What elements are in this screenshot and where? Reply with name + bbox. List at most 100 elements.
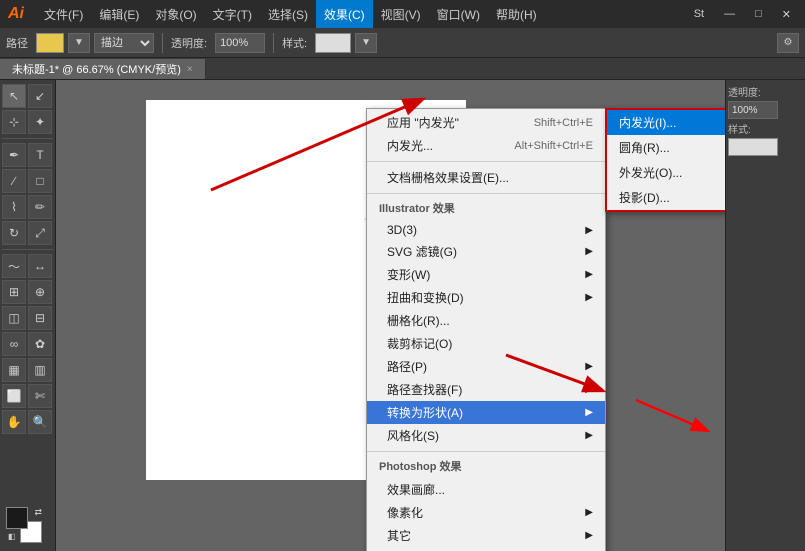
menu-view[interactable]: 视图(V) [373,0,429,28]
column-chart-tool[interactable]: ▦ [2,358,26,382]
menu-warp-transform[interactable]: 扭曲和变换(D) ▶ [367,286,605,309]
submenu-inner-glow[interactable]: 内发光(I)... [607,110,725,135]
extra-btn[interactable]: ⚙ [777,33,799,53]
menu-distort[interactable]: 扭曲 ▶ [367,547,605,551]
width-tool[interactable]: ↔ [28,254,52,278]
direct-select-tool[interactable]: ↙ [28,84,52,108]
menu-other[interactable]: 其它 ▶ [367,524,605,547]
color-boxes: ⇄ ◧ [2,503,53,547]
tool-row-pen: ✒ T [2,143,53,167]
zoom-tool[interactable]: 🔍 [28,410,52,434]
stroke-dropdown[interactable]: 描边 [94,33,154,53]
style-label: 样式: [282,35,307,51]
menu-file[interactable]: 文件(F) [36,0,91,28]
menu-apply-inner-glow[interactable]: 应用 "内发光" Shift+Ctrl+E [367,111,605,134]
menu-effect[interactable]: 效果(C) [316,0,373,28]
menu-path[interactable]: 路径(P) ▶ [367,355,605,378]
document-tab[interactable]: 未标题-1* @ 66.67% (CMYK/预览) × [0,59,206,79]
illustrator-effects-label: Illustrator 效果 [367,196,605,218]
pen-tool[interactable]: ✒ [2,143,26,167]
style-arrow-btn[interactable]: ▼ [355,33,377,53]
tab-close-btn[interactable]: × [187,64,193,75]
panel-opacity-row: 透明度: [728,84,803,99]
pencil-tool[interactable]: ✏ [28,195,52,219]
submenu-outer-glow[interactable]: 外发光(O)... [607,160,725,185]
menu-window[interactable]: 窗口(W) [429,0,488,28]
menu-divider-2 [367,193,605,194]
effect-menu[interactable]: 应用 "内发光" Shift+Ctrl+E 内发光... Alt+Shift+C… [366,108,606,551]
menu-edit[interactable]: 编辑(E) [91,0,147,28]
menu-help[interactable]: 帮助(H) [488,0,545,28]
menu-pathfinder[interactable]: 路径查找器(F) ▶ [367,378,605,401]
hand-tool[interactable]: ✋ [2,410,26,434]
main-area: ↖ ↙ ⊹ ✦ ✒ T ∕ □ ⌇ ✏ ↻ ⤢ 〜 ↔ ⊞ [0,80,805,551]
menu-stylize[interactable]: 风格化(S) ▶ [367,424,605,447]
warp-tool[interactable]: 〜 [2,254,26,278]
select-tool[interactable]: ↖ [2,84,26,108]
paintbrush-tool[interactable]: ⌇ [2,195,26,219]
menu-select[interactable]: 选择(S) [260,0,316,28]
submenu-round-corners[interactable]: 圆角(R)... [607,135,725,160]
status-indicator: St [688,6,710,22]
path-label: 路径 [6,35,28,51]
left-toolbar: ↖ ↙ ⊹ ✦ ✒ T ∕ □ ⌇ ✏ ↻ ⤢ 〜 ↔ ⊞ [0,80,56,551]
magic-wand-tool[interactable]: ✦ [28,110,52,134]
tool-row-rotate: ↻ ⤢ [2,221,53,245]
mesh-tool[interactable]: ⊟ [28,306,52,330]
bar-chart-tool[interactable]: ▥ [28,358,52,382]
rotate-tool[interactable]: ↻ [2,221,26,245]
tool-sep-1 [2,138,53,139]
default-colors-icon[interactable]: ◧ [8,532,16,541]
tab-bar: 未标题-1* @ 66.67% (CMYK/预览) × [0,58,805,80]
menu-3d[interactable]: 3D(3) ▶ [367,220,605,240]
menu-rasterize[interactable]: 栅格化(R)... [367,309,605,332]
slice-tool[interactable]: ✄ [28,384,52,408]
submenu-shadow[interactable]: 投影(D)... [607,185,725,210]
menu-inner-glow[interactable]: 内发光... Alt+Shift+Ctrl+E [367,134,605,157]
opacity-input[interactable] [215,33,265,53]
stroke-color-swatch[interactable] [36,33,64,53]
line-tool[interactable]: ∕ [2,169,26,193]
stroke-arrow-btn[interactable]: ▼ [68,33,90,53]
menu-effect-gallery[interactable]: 效果画廊... [367,478,605,501]
panel-style-row: 样式: [728,121,803,136]
app-logo: Ai [8,5,24,23]
panel-style-swatch[interactable] [728,138,778,156]
menu-svg-filters[interactable]: SVG 滤镜(G) ▶ [367,240,605,263]
tool-row-select: ↖ ↙ [2,84,53,108]
menu-doc-raster[interactable]: 文档栅格效果设置(E)... [367,166,605,189]
toolbar-sep-1 [162,33,163,53]
swap-colors-icon[interactable]: ⇄ [34,507,42,518]
menu-object[interactable]: 对象(O) [147,0,204,28]
free-transform-tool[interactable]: ⊞ [2,280,26,304]
foreground-color[interactable] [6,507,28,529]
gradient-tool[interactable]: ◫ [2,306,26,330]
style-swatch[interactable] [315,33,351,53]
menu-crop-marks[interactable]: 裁剪标记(O) [367,332,605,355]
panel-opacity-label: 透明度: [728,84,761,99]
panel-opacity-input[interactable] [728,101,778,119]
maximize-button[interactable]: □ [749,6,768,22]
menu-text[interactable]: 文字(T) [205,0,260,28]
type-tool[interactable]: T [28,143,52,167]
menu-transform[interactable]: 变形(W) ▶ [367,263,605,286]
menu-convert-shape[interactable]: 转换为形状(A) ▶ [367,401,605,424]
canvas-area: 应用 "内发光" Shift+Ctrl+E 内发光... Alt+Shift+C… [56,80,725,551]
symbol-sprayer-tool[interactable]: ✿ [28,332,52,356]
tool-row-blend: ∞ ✿ [2,332,53,356]
scale-tool[interactable]: ⤢ [28,221,52,245]
stylize-submenu[interactable]: 内发光(I)... 圆角(R)... 外发光(O)... 投影(D)... [605,108,725,212]
artboard-tool[interactable]: ⬜ [2,384,26,408]
menu-section-photoshop: 效果画廊... 像素化 ▶ 其它 ▶ 扭曲 ▶ 模糊 ▶ [367,476,605,551]
shape-builder-tool[interactable]: ⊕ [28,280,52,304]
minimize-button[interactable]: — [718,6,741,22]
lasso-tool[interactable]: ⊹ [2,110,26,134]
panel-opacity-input-row [728,101,803,119]
tool-row-zoom: ✋ 🔍 [2,410,53,434]
rect-tool[interactable]: □ [28,169,52,193]
close-button[interactable]: ✕ [776,6,797,23]
menu-pixelate[interactable]: 像素化 ▶ [367,501,605,524]
menu-section-illustrator: 3D(3) ▶ SVG 滤镜(G) ▶ 变形(W) ▶ 扭曲和变换(D) ▶ 栅… [367,218,605,449]
blend-tool[interactable]: ∞ [2,332,26,356]
right-panel: 透明度: 样式: [725,80,805,551]
